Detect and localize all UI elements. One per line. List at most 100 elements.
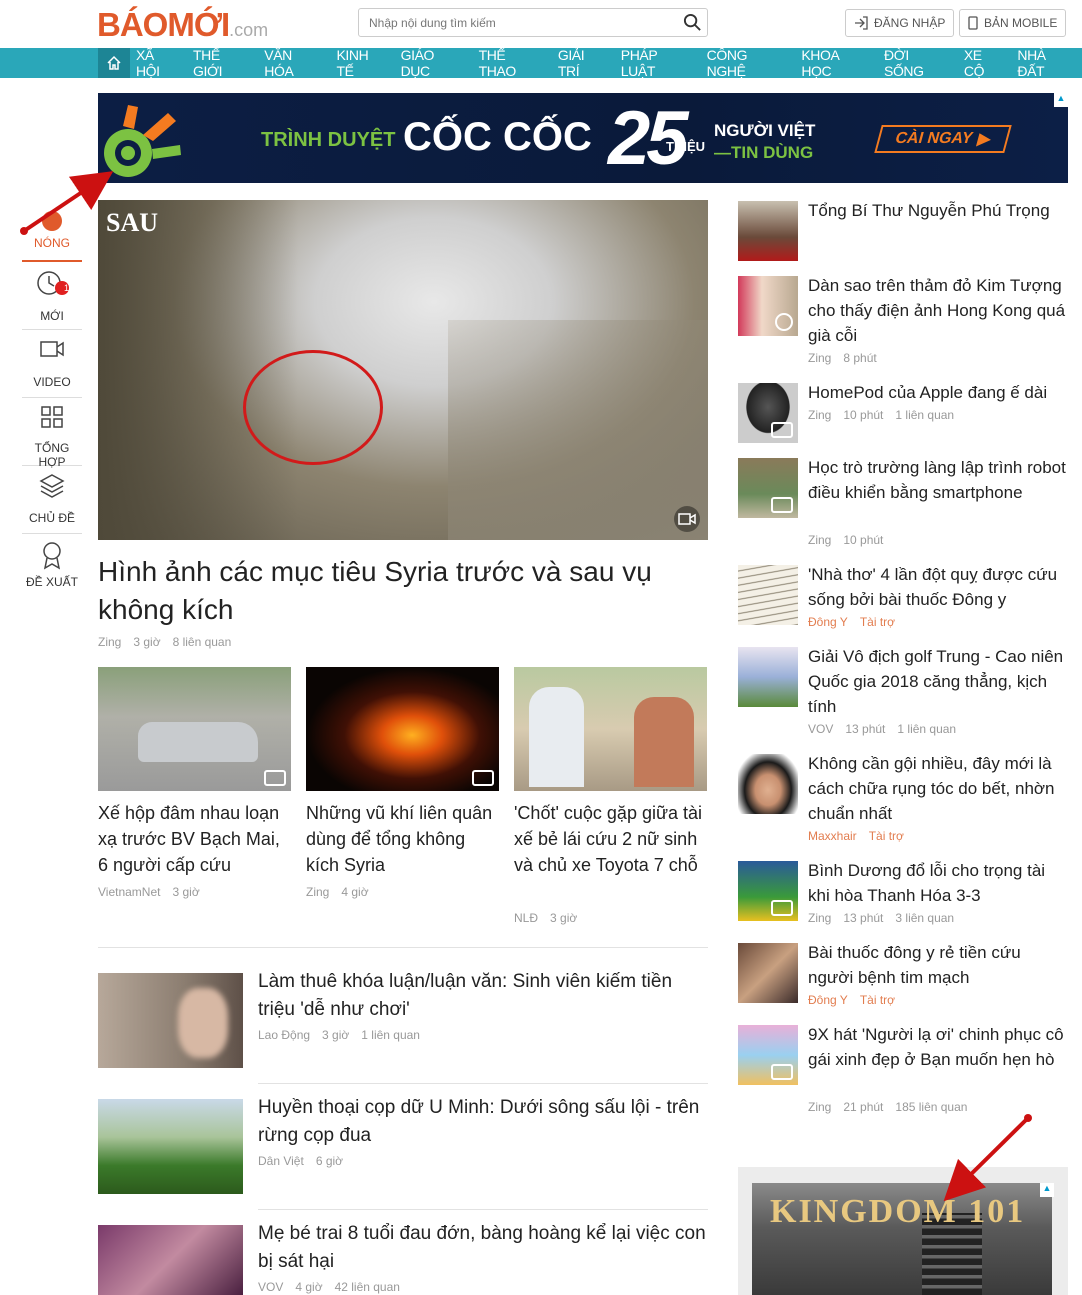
list-image[interactable] (98, 1099, 243, 1194)
image-badge-icon (775, 313, 793, 331)
right-title[interactable]: 9X hát 'Người lạ ơi' chinh phục cô gái x… (808, 1022, 1070, 1072)
source[interactable]: VOV (808, 722, 833, 736)
right-title[interactable]: Tổng Bí Thư Nguyễn Phú Trọng (808, 198, 1070, 223)
sidebar-item-suggested[interactable]: ĐỀ XUẤT (22, 540, 82, 596)
coccoc-banner-ad[interactable]: TRÌNH DUYỆT CỐC CỐC 25 TRIỆU NGƯỜI VIỆT … (98, 93, 1068, 183)
right-image[interactable] (738, 565, 798, 625)
source[interactable]: Zing (808, 1100, 831, 1114)
card-title[interactable]: 'Chốt' cuộc gặp giữa tài xế bẻ lái cứu 2… (514, 800, 707, 878)
sponsor[interactable]: Đông Y (808, 993, 848, 1007)
list-image[interactable] (98, 1225, 243, 1295)
list-image[interactable] (98, 973, 243, 1068)
mobile-button[interactable]: BẢN MOBILE (959, 9, 1067, 37)
right-image[interactable] (738, 201, 798, 261)
install-button[interactable]: CÀI NGAY ▶ (874, 125, 1012, 153)
right-meta: Zing 21 phút 185 liên quan (808, 1100, 979, 1114)
source[interactable]: Zing (808, 408, 831, 422)
hero-image[interactable]: SAU (98, 200, 708, 540)
card-image[interactable] (306, 667, 499, 791)
list-title[interactable]: Huyền thoại cọp dữ U Minh: Dưới sông sấu… (258, 1094, 708, 1150)
right-image[interactable] (738, 276, 798, 336)
time: 3 giờ (322, 1028, 350, 1042)
right-title[interactable]: HomePod của Apple đang ế dài (808, 380, 1070, 405)
right-image[interactable] (738, 754, 798, 814)
list-title[interactable]: Mẹ bé trai 8 tuổi đau đớn, bàng hoàng kể… (258, 1220, 708, 1276)
list-meta: Lao Động 3 giờ 1 liên quan (258, 1028, 432, 1042)
adchoices-icon[interactable]: ▲ (1040, 1183, 1054, 1197)
right-title[interactable]: Bình Dương đổ lỗi cho trọng tài khi hòa … (808, 858, 1070, 908)
list-meta: VOV 4 giờ 42 liên quan (258, 1280, 412, 1294)
sidebar-item-new[interactable]: 12 MỚI (22, 268, 82, 330)
nav-phap-luat[interactable]: PHÁP LUẬT (621, 47, 695, 79)
nav-giai-tri[interactable]: GIẢI TRÍ (558, 47, 609, 79)
sidebar-item-hot[interactable]: NÓNG (22, 205, 82, 262)
source[interactable]: VOV (258, 1280, 283, 1294)
home-icon[interactable] (98, 48, 130, 78)
time: 10 phút (843, 408, 884, 422)
nav-doi-song[interactable]: ĐỜI SỐNG (884, 47, 952, 79)
related-link[interactable]: 8 liên quan (173, 635, 232, 649)
right-image[interactable] (738, 383, 798, 443)
nav-van-hoa[interactable]: VĂN HÓA (264, 47, 324, 79)
source[interactable]: Zing (808, 533, 831, 547)
coccoc-logo (104, 105, 181, 177)
related-link[interactable]: 1 liên quan (897, 722, 956, 736)
right-title[interactable]: 'Nhà thơ' 4 lần đột quỵ được cứu sống bở… (808, 562, 1070, 612)
hero-title[interactable]: Hình ảnh các mục tiêu Syria trước và sau… (98, 553, 708, 629)
related-link[interactable]: 1 liên quan (361, 1028, 420, 1042)
sidebar-item-topics[interactable]: CHỦ ĐỀ (22, 472, 82, 534)
kingdom-ad[interactable]: KINGDOM 101 (752, 1183, 1052, 1295)
main-nav: XÃ HỘI THẾ GIỚI VĂN HÓA KINH TẾ GIÁO DỤC… (0, 47, 1082, 79)
right-meta: Maxxhair Tài trợ (808, 829, 916, 843)
source[interactable]: Zing (808, 351, 831, 365)
source[interactable]: VietnamNet (98, 885, 160, 899)
sponsor[interactable]: Đông Y (808, 615, 848, 629)
nav-the-gioi[interactable]: THẾ GIỚI (193, 47, 252, 79)
source[interactable]: NLĐ (514, 911, 538, 925)
right-title[interactable]: Học trò trường làng lập trình robot điều… (808, 455, 1070, 505)
related-link[interactable]: 3 liên quan (895, 911, 954, 925)
source[interactable]: Dân Việt (258, 1154, 304, 1168)
search-icon[interactable] (683, 13, 702, 32)
card-meta: VietnamNet 3 giờ (98, 885, 212, 899)
right-image[interactable] (738, 1025, 798, 1085)
sidebar-item-summary[interactable]: TỔNG HỢP (22, 404, 82, 469)
right-image[interactable] (738, 458, 798, 518)
related-link[interactable]: 185 liên quan (895, 1100, 967, 1114)
video-badge-icon (771, 497, 793, 513)
logo[interactable]: BÁOMỚI.com (97, 6, 268, 44)
source[interactable]: Zing (808, 911, 831, 925)
source[interactable]: Zing (98, 635, 121, 649)
sidebar-label: VIDEO (33, 375, 71, 389)
nav-xa-hoi[interactable]: XÃ HỘI (136, 47, 181, 79)
source[interactable]: Lao Động (258, 1028, 310, 1042)
right-image[interactable] (738, 943, 798, 1003)
time: 10 phút (843, 533, 884, 547)
card-image[interactable] (98, 667, 291, 791)
search-input[interactable]: Nhập nội dung tìm kiếm (358, 8, 708, 37)
right-title[interactable]: Giải Vô địch golf Trung - Cao niên Quốc … (808, 644, 1070, 719)
right-title[interactable]: Bài thuốc đông y rẻ tiền cứu người bệnh … (808, 940, 1070, 990)
nav-nha-dat[interactable]: NHÀ ĐẤT (1017, 47, 1076, 79)
right-title[interactable]: Không cần gội nhiều, đây mới là cách chữ… (808, 751, 1070, 826)
right-image[interactable] (738, 861, 798, 921)
nav-cong-nghe[interactable]: CÔNG NGHỆ (707, 47, 790, 79)
list-title[interactable]: Làm thuê khóa luận/luận văn: Sinh viên k… (258, 968, 708, 1024)
related-link[interactable]: 42 liên quan (335, 1280, 400, 1294)
right-image[interactable] (738, 647, 798, 707)
right-title[interactable]: Dàn sao trên thảm đỏ Kim Tượng cho thấy … (808, 273, 1070, 348)
sidebar-item-video[interactable]: VIDEO (22, 336, 82, 398)
related-link[interactable]: 1 liên quan (895, 408, 954, 422)
login-button[interactable]: ĐĂNG NHẬP (845, 9, 955, 37)
nav-giao-duc[interactable]: GIÁO DỤC (401, 47, 467, 79)
nav-kinh-te[interactable]: KINH TẾ (336, 47, 388, 79)
card-image[interactable] (514, 667, 707, 791)
adchoices-icon[interactable]: ▲ (1054, 93, 1068, 107)
source[interactable]: Zing (306, 885, 329, 899)
nav-xe-co[interactable]: XE CỘ (964, 47, 1006, 79)
sponsor[interactable]: Maxxhair (808, 829, 857, 843)
nav-khoa-hoc[interactable]: KHOA HỌC (801, 47, 872, 79)
card-title[interactable]: Những vũ khí liên quân dùng để tổng khôn… (306, 800, 499, 878)
card-title[interactable]: Xế hộp đâm nhau loạn xạ trước BV Bạch Ma… (98, 800, 291, 878)
nav-the-thao[interactable]: THỂ THAO (479, 47, 546, 79)
